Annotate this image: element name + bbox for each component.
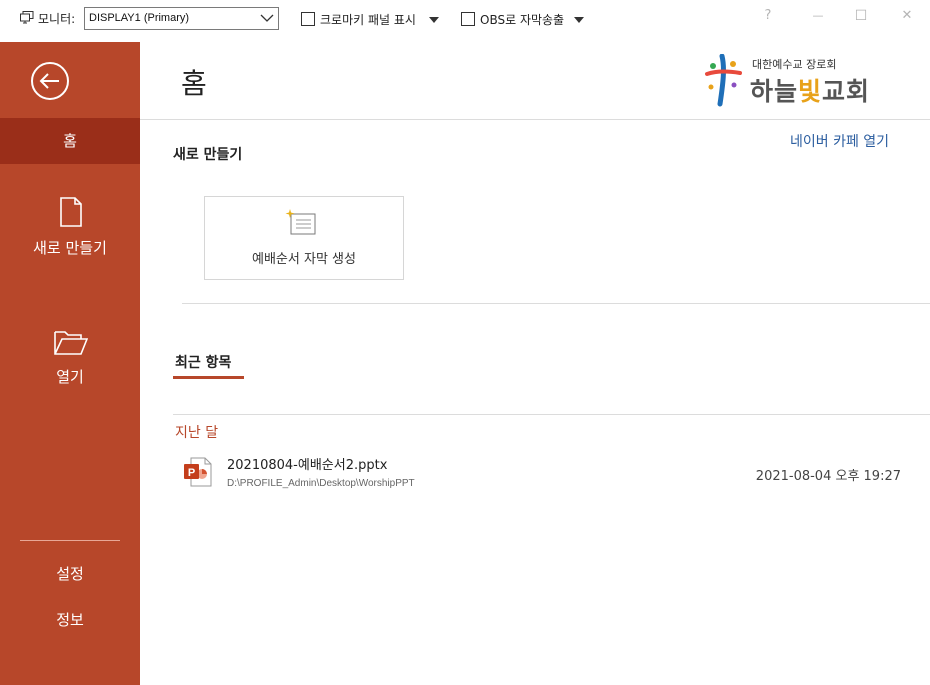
recent-group-label: 지난 달 <box>175 425 219 441</box>
logo-subtitle: 대한예수교 장로회 <box>752 58 837 71</box>
logo-name: 하늘빛교회 <box>750 72 870 108</box>
powerpoint-icon: P <box>184 457 212 487</box>
minimize-button[interactable]: — <box>806 6 830 26</box>
chroma-dropdown-icon[interactable] <box>429 17 439 23</box>
help-button[interactable]: ? <box>756 6 780 26</box>
folder-open-icon <box>54 331 88 355</box>
sidebar-item-info[interactable]: 정보 <box>0 609 140 630</box>
recent-file-path: D:\PROFILE_Admin\Desktop\WorshipPPT <box>227 478 415 489</box>
chevron-down-icon <box>260 14 274 22</box>
sidebar-item-new[interactable]: 새로 만들기 <box>0 237 140 258</box>
sidebar-item-settings[interactable]: 설정 <box>0 563 140 584</box>
monitor-select-value: DISPLAY1 (Primary) <box>89 12 190 24</box>
chroma-checkbox[interactable] <box>301 12 315 26</box>
maximize-button[interactable]: ☐ <box>849 6 873 26</box>
tab-recent-underline <box>173 376 244 379</box>
svg-text:P: P <box>188 467 195 479</box>
sidebar-item-home[interactable]: 홈 <box>0 118 140 164</box>
recent-file-date: 2021-08-04 오후 19:27 <box>755 469 901 484</box>
logo-name-highlight: 빛 <box>798 77 823 106</box>
close-button[interactable]: ✕ <box>895 6 919 26</box>
page-title: 홈 <box>181 67 207 100</box>
church-logo: 대한예수교 장로회 하늘빛교회 <box>704 52 904 108</box>
monitor-select[interactable]: DISPLAY1 (Primary) <box>84 7 279 30</box>
new-section-heading: 새로 만들기 <box>173 147 243 163</box>
back-button[interactable] <box>31 62 69 100</box>
obs-label[interactable]: OBS로 자막송출 <box>480 11 564 28</box>
naver-cafe-link[interactable]: 네이버 카페 열기 <box>790 131 889 151</box>
cross-logo-icon <box>705 54 742 107</box>
logo-name-part1: 하늘 <box>750 77 799 106</box>
obs-dropdown-icon[interactable] <box>574 17 584 23</box>
monitor-icon <box>20 11 34 24</box>
tile-label: 예배순서 자막 생성 <box>252 252 356 267</box>
sidebar-divider <box>20 540 120 541</box>
sidebar-item-open[interactable]: 열기 <box>0 366 140 387</box>
obs-checkbox[interactable] <box>461 12 475 26</box>
logo-name-part3: 교회 <box>822 77 871 106</box>
header-divider <box>140 119 930 120</box>
sidebar: 홈 새로 만들기 열기 설정 정보 <box>0 42 140 685</box>
top-toolbar: 모니터: DISPLAY1 (Primary) 크로마키 패널 표시 OBS로 … <box>0 0 930 42</box>
recent-file-row[interactable]: P 20210804-예배순서2.pptx D:\PROFILE_Admin\D… <box>173 446 930 500</box>
monitor-label: 모니터: <box>38 12 76 26</box>
arrow-left-icon <box>39 73 59 89</box>
new-document-sparkle-icon <box>285 209 316 235</box>
tab-recent[interactable]: 최근 항목 <box>175 352 231 372</box>
section-divider <box>182 303 930 304</box>
new-file-icon <box>60 197 82 227</box>
sidebar-item-home-label: 홈 <box>63 132 77 150</box>
chroma-label[interactable]: 크로마키 패널 표시 <box>320 11 416 28</box>
recent-divider <box>173 414 930 415</box>
create-worship-subtitle-tile[interactable]: 예배순서 자막 생성 <box>204 196 404 280</box>
recent-file-name: 20210804-예배순서2.pptx <box>227 458 388 473</box>
